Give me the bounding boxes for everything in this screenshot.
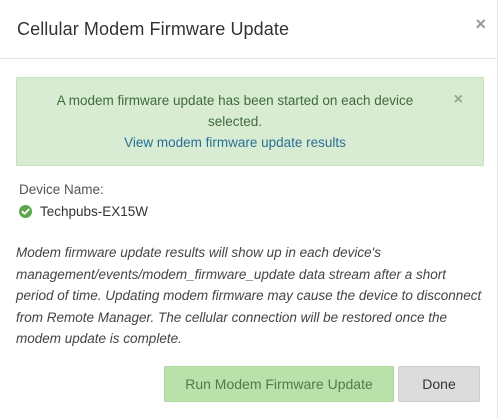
done-button[interactable]: Done xyxy=(398,366,480,402)
device-name-value: Techpubs-EX15W xyxy=(40,204,149,219)
update-info-note: Modem firmware update results will show … xyxy=(16,245,482,346)
firmware-update-dialog: Cellular Modem Firmware Update × A modem… xyxy=(0,0,498,418)
run-modem-firmware-update-button[interactable]: Run Modem Firmware Update xyxy=(164,366,394,402)
check-circle-icon xyxy=(19,205,32,218)
success-alert: A modem firmware update has been started… xyxy=(16,77,484,166)
dialog-header: Cellular Modem Firmware Update × xyxy=(0,0,498,59)
dialog-title: Cellular Modem Firmware Update xyxy=(17,19,290,39)
view-results-link[interactable]: View modem firmware update results xyxy=(124,132,346,153)
alert-close-icon[interactable]: × xyxy=(454,91,463,109)
alert-message: A modem firmware update has been started… xyxy=(56,93,414,129)
device-row: Techpubs-EX15W xyxy=(19,204,148,219)
dialog-close-icon[interactable]: × xyxy=(475,14,486,34)
device-name-label: Device Name: xyxy=(19,182,104,197)
